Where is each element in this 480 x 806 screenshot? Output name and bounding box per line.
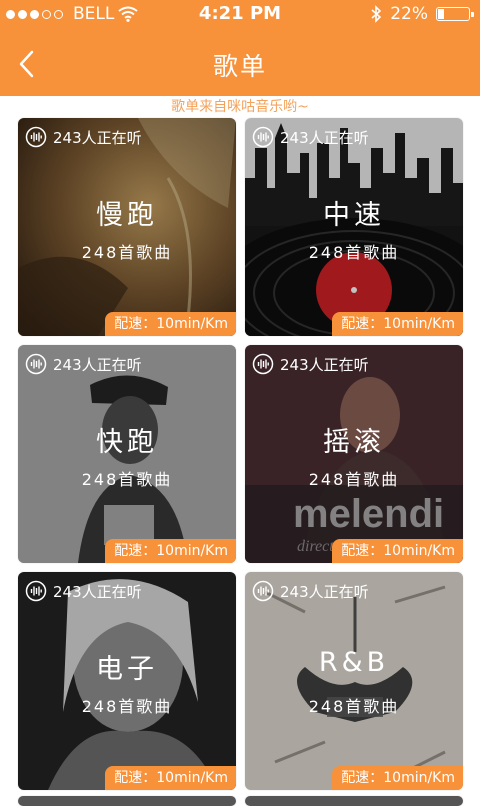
playlist-title: 慢跑 [96,200,158,231]
song-count: 248首歌曲 [308,697,400,716]
playlist-card-rock[interactable]: melendi direct 243人正在听 摇滚 248首歌曲 配速：10mi… [245,345,463,563]
playlist-title: R&B [318,647,390,678]
playlist-card-medium[interactable]: 243人正在听 中速 248首歌曲 配速：10min/Km [245,118,463,336]
cover-art-subtext: direct [297,538,334,555]
nav-bar: 歌单 [0,30,480,96]
listeners-count: 243人正在听 [280,355,369,374]
playlist-title: 快跑 [96,427,158,458]
playlist-card-jogging[interactable]: 243人正在听 慢跑 248首歌曲 配速：10min/Km [18,118,236,336]
listeners-badge: 243人正在听 [25,126,142,148]
song-count: 248首歌曲 [308,243,400,262]
pace-badge: 配速：10min/Km [332,539,463,563]
battery-percent: 22% [390,4,428,24]
audio-wave-icon [252,353,274,375]
source-note: 歌单来自咪咕音乐哟~ [171,99,309,115]
pace-badge: 配速：10min/Km [105,766,236,790]
song-count: 248首歌曲 [81,470,173,489]
audio-wave-icon [25,580,47,602]
playlist-card-rnb[interactable]: 243人正在听 R&B 248首歌曲 配速：10min/Km [245,572,463,790]
cover-art-image [245,572,463,790]
listeners-count: 243人正在听 [53,582,142,601]
bluetooth-icon [371,5,382,23]
listeners-badge: 243人正在听 [25,353,142,375]
listeners-badge: 243人正在听 [25,580,142,602]
pace-badge: 配速：10min/Km [105,312,236,336]
pace-badge: 配速：10min/Km [332,766,463,790]
playlist-card-fast[interactable]: 243人正在听 快跑 248首歌曲 配速：10min/Km [18,345,236,563]
listeners-badge: 243人正在听 [252,126,369,148]
playlist-card-partial[interactable] [245,796,463,806]
battery-icon [436,7,474,21]
audio-wave-icon [25,353,47,375]
audio-wave-icon [25,126,47,148]
listeners-badge: 243人正在听 [252,353,369,375]
listeners-count: 243人正在听 [280,128,369,147]
audio-wave-icon [252,580,274,602]
song-count: 248首歌曲 [81,697,173,716]
pace-badge: 配速：10min/Km [332,312,463,336]
listeners-count: 243人正在听 [280,582,369,601]
playlist-title: 摇滚 [323,427,385,458]
listeners-count: 243人正在听 [53,128,142,147]
playlist-card-partial[interactable] [18,796,236,806]
playlist-card-electronic[interactable]: 243人正在听 电子 248首歌曲 配速：10min/Km [18,572,236,790]
listeners-count: 243人正在听 [53,355,142,374]
page-title: 歌单 [212,52,267,81]
pace-badge: 配速：10min/Km [105,539,236,563]
audio-wave-icon [252,126,274,148]
status-bar: BELL 4:21 PM 22% [0,0,480,30]
listeners-badge: 243人正在听 [252,580,369,602]
song-count: 248首歌曲 [308,470,400,489]
playlist-grid: 243人正在听 慢跑 248首歌曲 配速：10min/Km 243人正在听 中速… [0,118,480,806]
playlist-title: 中速 [323,200,385,231]
playlist-title: 电子 [96,654,158,685]
song-count: 248首歌曲 [81,243,173,262]
cover-art-text: melendi [293,492,444,536]
